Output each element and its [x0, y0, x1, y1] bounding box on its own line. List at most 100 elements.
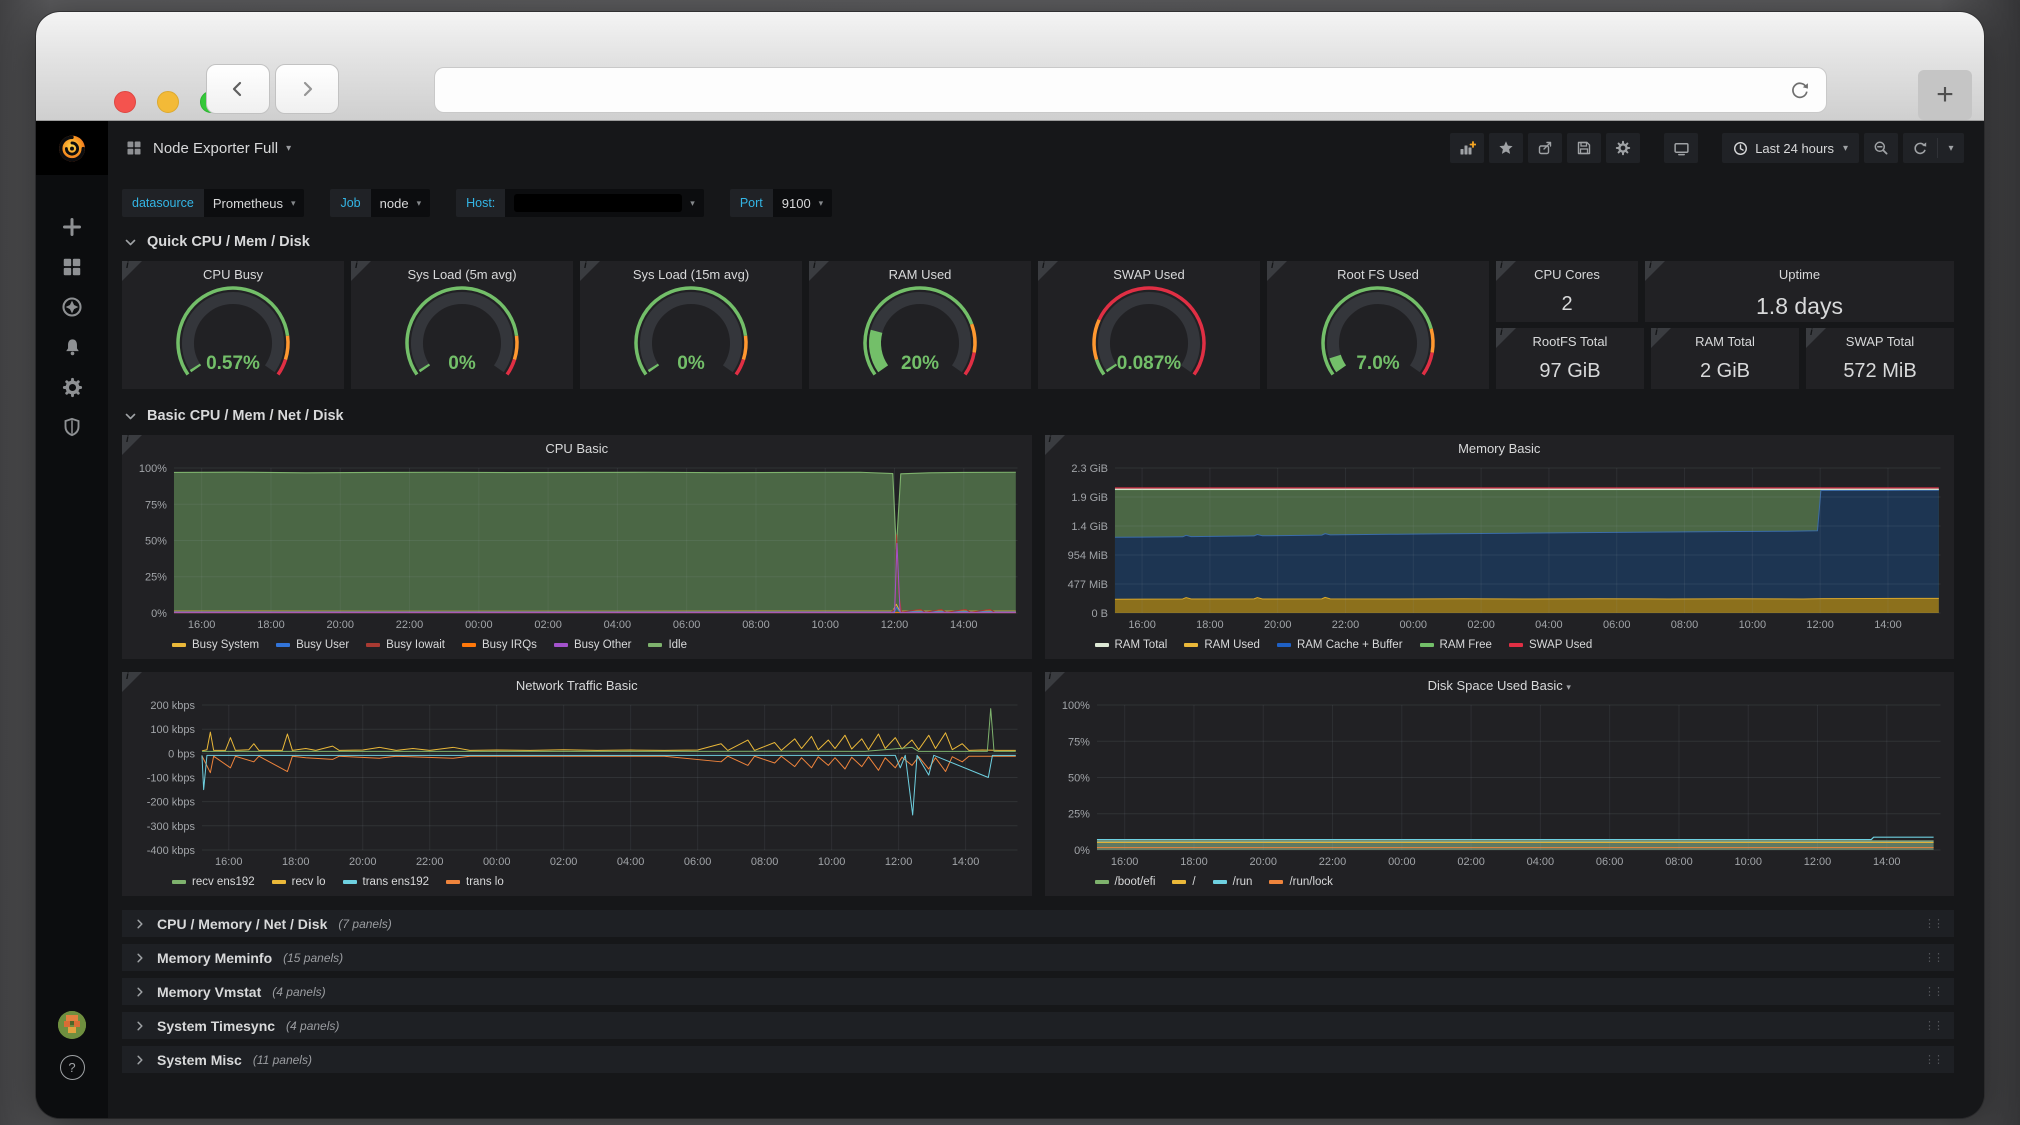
panel-title[interactable]: Network Traffic Basic: [122, 672, 1032, 697]
panel-title[interactable]: CPU Basic: [122, 435, 1032, 460]
drag-handle-icon[interactable]: ⋮⋮: [1924, 917, 1944, 930]
panel-info-icon[interactable]: i: [122, 671, 142, 692]
panel-info-icon[interactable]: i: [122, 260, 142, 281]
panel-title[interactable]: Sys Load (5m avg): [351, 261, 573, 286]
refresh-button[interactable]: [1903, 133, 1937, 163]
help-button[interactable]: ?: [59, 1055, 85, 1080]
legend-item[interactable]: RAM Total: [1094, 639, 1167, 651]
panel-info-icon[interactable]: i: [351, 260, 371, 281]
sidebar-item-alerting[interactable]: [50, 327, 94, 367]
legend-item[interactable]: RAM Cache + Buffer: [1276, 639, 1403, 651]
variable-host-select[interactable]: ▾: [505, 189, 704, 217]
legend-item[interactable]: /: [1172, 876, 1196, 888]
variable-port-select[interactable]: 9100 ▾: [772, 189, 833, 217]
legend-item[interactable]: RAM Used: [1184, 639, 1260, 651]
legend-item[interactable]: /boot/efi: [1094, 876, 1155, 888]
legend-item[interactable]: trans lo: [446, 876, 504, 888]
cpu-basic-plot[interactable]: 16:00 18:00 20:00 22:00 00:00 02:00 04:00 06:00…: [126, 460, 1028, 633]
browser-forward-button[interactable]: [275, 64, 339, 114]
time-range-picker[interactable]: Last 24 hours ▾: [1722, 133, 1859, 163]
panel-info-icon[interactable]: i: [1038, 260, 1058, 281]
panel-title[interactable]: Memory Basic: [1045, 435, 1955, 460]
panel-title[interactable]: CPU Cores: [1496, 261, 1638, 286]
minimize-button[interactable]: [157, 91, 179, 113]
legend-item[interactable]: /run/lock: [1269, 876, 1333, 888]
panel-info-icon[interactable]: i: [580, 260, 600, 281]
sidebar-item-server-admin[interactable]: [50, 407, 94, 447]
new-tab-button[interactable]: +: [1918, 70, 1972, 120]
legend-item[interactable]: /run: [1212, 876, 1252, 888]
legend-item[interactable]: Busy Iowait: [366, 639, 445, 651]
zoom-out-time-button[interactable]: [1864, 133, 1898, 163]
grafana-app: ? Node Exporter Full ▾ Last 24 hours ▾ ▾…: [36, 121, 1984, 1118]
legend-item[interactable]: SWAP Used: [1508, 639, 1592, 651]
panel-title[interactable]: Sys Load (15m avg): [580, 261, 802, 286]
star-button[interactable]: [1489, 133, 1524, 163]
legend-item[interactable]: recv lo: [271, 876, 326, 888]
legend-label: Busy Iowait: [386, 639, 445, 651]
drag-handle-icon[interactable]: ⋮⋮: [1924, 985, 1944, 998]
save-button[interactable]: [1567, 133, 1602, 163]
legend-item[interactable]: Busy Other: [553, 639, 631, 651]
panel-info-icon[interactable]: i: [1651, 327, 1671, 348]
browser-back-button[interactable]: [206, 64, 270, 114]
share-button[interactable]: [1528, 133, 1563, 163]
panel-title[interactable]: Root FS Used: [1267, 261, 1489, 286]
panel-title[interactable]: SWAP Used: [1038, 261, 1260, 286]
row-system-timesync[interactable]: System Timesync (4 panels) ⋮⋮: [122, 1012, 1954, 1039]
legend-item[interactable]: Busy IRQs: [461, 639, 537, 651]
drag-handle-icon[interactable]: ⋮⋮: [1924, 1019, 1944, 1032]
grafana-logo[interactable]: [36, 121, 108, 175]
legend-item[interactable]: Idle: [648, 639, 687, 651]
variable-datasource-select[interactable]: Prometheus ▾: [203, 189, 305, 217]
panel-info-icon[interactable]: i: [1267, 260, 1287, 281]
drag-handle-icon[interactable]: ⋮⋮: [1924, 951, 1944, 964]
panel-title[interactable]: Disk Space Used Basic ▾: [1045, 672, 1955, 697]
legend-item[interactable]: trans ens192: [342, 876, 429, 888]
row-cpu-memory-net-disk[interactable]: CPU / Memory / Net / Disk (7 panels) ⋮⋮: [122, 910, 1954, 937]
refresh-interval-dropdown[interactable]: ▾: [1938, 133, 1964, 163]
variable-job-select[interactable]: node ▾: [370, 189, 431, 217]
panel-title[interactable]: Uptime: [1645, 261, 1954, 286]
row-header-quick[interactable]: Quick CPU / Mem / Disk: [124, 229, 1954, 255]
sidebar-item-configuration[interactable]: [50, 367, 94, 407]
panel-title[interactable]: RootFS Total: [1496, 328, 1644, 353]
panel-info-icon[interactable]: i: [1496, 327, 1516, 348]
panel-title[interactable]: RAM Used: [809, 261, 1031, 286]
disk-space-plot[interactable]: 16:00 18:00 20:00 22:00 00:00 02:00 04:00 06:00…: [1049, 697, 1951, 870]
close-button[interactable]: [114, 91, 136, 113]
panel-info-icon[interactable]: i: [1645, 260, 1665, 281]
panel-info-icon[interactable]: i: [1044, 434, 1065, 455]
row-memory-meminfo[interactable]: Memory Meminfo (15 panels) ⋮⋮: [122, 944, 1954, 971]
legend-item[interactable]: RAM Free: [1419, 639, 1492, 651]
legend-item[interactable]: Busy User: [276, 639, 349, 651]
panel-info-icon[interactable]: i: [1806, 327, 1826, 348]
add-panel-button[interactable]: [1450, 133, 1485, 163]
address-bar[interactable]: [434, 67, 1827, 113]
row-header-basic[interactable]: Basic CPU / Mem / Net / Disk: [124, 403, 1954, 429]
panel-title[interactable]: RAM Total: [1651, 328, 1799, 353]
sys-load-15m-gauge: 0%: [580, 285, 802, 387]
network-traffic-plot[interactable]: 16:00 18:00 20:00 22:00 00:00 02:00 04:00 06:00…: [126, 697, 1028, 870]
legend-item[interactable]: Busy System: [172, 639, 259, 651]
panel-title[interactable]: SWAP Total: [1806, 328, 1954, 353]
dashboard-settings-button[interactable]: [1606, 133, 1641, 163]
row-memory-vmstat[interactable]: Memory Vmstat (4 panels) ⋮⋮: [122, 978, 1954, 1005]
sidebar-item-explore[interactable]: [50, 287, 94, 327]
panel-title[interactable]: CPU Busy: [122, 261, 344, 286]
drag-handle-icon[interactable]: ⋮⋮: [1924, 1053, 1944, 1066]
reload-button[interactable]: [1786, 76, 1814, 104]
sidebar-item-create[interactable]: [50, 207, 94, 247]
legend-item[interactable]: recv ens192: [172, 876, 255, 888]
panel-info-icon[interactable]: i: [1496, 260, 1516, 281]
row-system-misc[interactable]: System Misc (11 panels) ⋮⋮: [122, 1046, 1954, 1073]
user-avatar[interactable]: [58, 1011, 86, 1039]
panel-info-icon[interactable]: i: [122, 434, 142, 455]
panel-info-icon[interactable]: i: [1044, 671, 1065, 692]
panel-info-icon[interactable]: i: [809, 260, 829, 281]
dashboard-title[interactable]: Node Exporter Full: [153, 140, 278, 157]
browser-window: + ? Node Exporter Full ▾ Last 24 hours ▾…: [36, 12, 1984, 1118]
sidebar-item-dashboards[interactable]: [50, 247, 94, 287]
memory-basic-plot[interactable]: 16:00 18:00 20:00 22:00 00:00 02:00 04:00 06:00…: [1049, 460, 1951, 633]
cycle-view-mode-button[interactable]: [1664, 133, 1699, 163]
